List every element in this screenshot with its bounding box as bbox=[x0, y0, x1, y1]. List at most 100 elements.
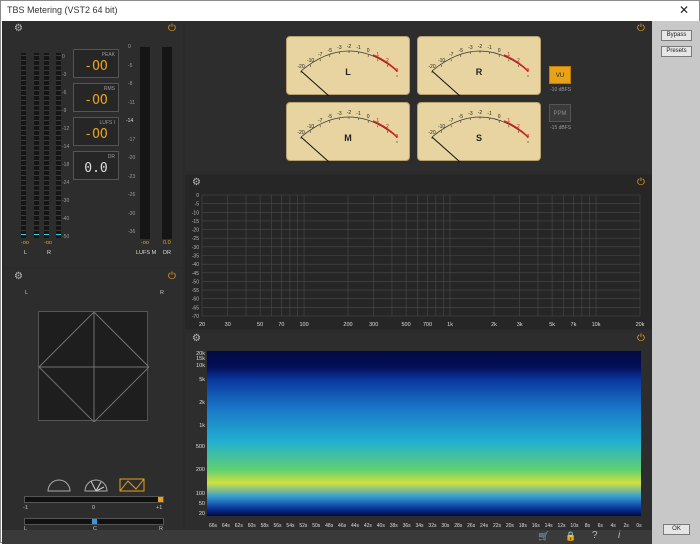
spectrogram-time-label: 56s bbox=[274, 523, 283, 529]
spectrum-x-label: 10k bbox=[592, 322, 601, 328]
vu-scale-label: 1 bbox=[376, 118, 379, 124]
spectrogram-time-label: 18s bbox=[519, 523, 528, 529]
spectrum-y-label: -25 bbox=[192, 236, 199, 242]
peak-caption: PEAK bbox=[101, 52, 115, 58]
meter-segment bbox=[21, 160, 26, 161]
spectrum-x-label: 500 bbox=[402, 322, 411, 328]
power-icon[interactable]: ⏻ bbox=[168, 272, 176, 282]
meter-segment bbox=[56, 60, 61, 61]
balance-bar bbox=[24, 518, 164, 525]
vu-meter-l: -20 -10 -7 -5 -3 -2 -1 0 1 2 3 L bbox=[286, 36, 410, 96]
correlation-indicator bbox=[158, 497, 163, 502]
vu-scale-label: -2 bbox=[478, 110, 483, 116]
spectrogram-freq-label: 200 bbox=[196, 467, 205, 473]
spectrum-y-label: -50 bbox=[192, 279, 199, 285]
vu-scale-label: 0 bbox=[498, 114, 501, 120]
lufs-scale-label: -26 bbox=[128, 192, 136, 198]
meter-segment bbox=[56, 150, 61, 151]
vu-scale-label: -10 bbox=[307, 124, 314, 130]
plugin-window: TBS Metering (VST2 64 bit) ✕ ⚙ ⏻ PEAK -O… bbox=[0, 0, 700, 544]
spectrogram-time-label: 62s bbox=[235, 523, 244, 529]
ppm-button[interactable]: PPM bbox=[549, 104, 571, 122]
spectrogram-time-label: 42s bbox=[364, 523, 373, 529]
ok-button[interactable]: OK bbox=[663, 524, 690, 535]
spectrogram-time-label: 0s bbox=[636, 523, 642, 529]
meter-segment bbox=[21, 130, 26, 131]
mode-icon-fan[interactable] bbox=[83, 478, 109, 492]
meter-segment bbox=[56, 200, 61, 201]
meter-segment bbox=[56, 90, 61, 91]
lufs-scale-label: -30 bbox=[128, 210, 136, 217]
meter-segment bbox=[56, 80, 61, 81]
meter-segment bbox=[21, 215, 26, 216]
spectrogram-time-label: 58s bbox=[261, 523, 270, 529]
meter-segment bbox=[21, 210, 26, 211]
meter-segment bbox=[34, 195, 39, 196]
vu-scale-label: -1 bbox=[487, 111, 492, 117]
spectrogram-freq-label: 50 bbox=[199, 501, 205, 507]
meter-segment bbox=[44, 80, 49, 81]
cart-icon[interactable]: 🛒 bbox=[538, 531, 549, 542]
gear-icon[interactable]: ⚙ bbox=[14, 24, 23, 34]
bypass-button[interactable]: Bypass bbox=[661, 30, 692, 41]
meter-segment bbox=[56, 145, 61, 146]
meter-segment bbox=[56, 160, 61, 161]
spectrum-x-label: 20k bbox=[636, 322, 645, 328]
gear-icon[interactable]: ⚙ bbox=[14, 272, 23, 282]
meter-segment bbox=[56, 205, 61, 206]
presets-button[interactable]: Presets bbox=[661, 46, 692, 57]
vu-scale-label: -10 bbox=[307, 58, 314, 64]
meter-segment bbox=[44, 175, 49, 176]
spectrogram-time-label: 38s bbox=[390, 523, 399, 529]
info-icon[interactable]: i bbox=[618, 530, 620, 541]
meter-segment bbox=[56, 190, 61, 191]
lock-icon[interactable]: 🔒 bbox=[565, 531, 576, 542]
vu-scale-label: 1 bbox=[507, 118, 510, 124]
spectrum-x-label: 3k bbox=[517, 322, 523, 328]
spectrum-x-label: 300 bbox=[369, 322, 378, 328]
meter-segment bbox=[34, 220, 39, 221]
meter-segment bbox=[56, 85, 61, 86]
meter-segment bbox=[56, 165, 61, 166]
vu-scale-label: -7 bbox=[318, 52, 323, 58]
level-scale-label: -18 bbox=[62, 162, 70, 168]
power-icon[interactable]: ⏻ bbox=[637, 24, 645, 34]
vu-scale-label: -10 bbox=[438, 58, 445, 64]
meter-segment bbox=[44, 215, 49, 216]
vu-scale-label: 0 bbox=[367, 114, 370, 120]
meter-segment bbox=[21, 65, 26, 66]
meter-segment bbox=[34, 165, 39, 166]
vu-scale-label: -3 bbox=[337, 45, 342, 51]
mode-icon-scope[interactable] bbox=[46, 478, 72, 492]
meter-segment bbox=[21, 140, 26, 141]
meter-segment bbox=[34, 95, 39, 96]
power-icon[interactable]: ⏻ bbox=[168, 24, 176, 34]
rms-caption: RMS bbox=[103, 86, 115, 92]
spectrum-y-label: -55 bbox=[192, 288, 199, 294]
meter-segment bbox=[44, 135, 49, 136]
meter-segment bbox=[21, 85, 26, 86]
meter-segment bbox=[44, 55, 49, 56]
mode-icon-lissajous[interactable] bbox=[119, 478, 145, 492]
meter-segment bbox=[21, 150, 26, 151]
meter-segment bbox=[56, 140, 61, 141]
vu-scale-label: 1 bbox=[507, 52, 510, 58]
meter-segment bbox=[34, 115, 39, 116]
meter-segment bbox=[44, 190, 49, 191]
meter-segment bbox=[44, 160, 49, 161]
meter-segment bbox=[34, 135, 39, 136]
lufs-scale-label: -23 bbox=[128, 173, 136, 180]
vu-button[interactable]: VU bbox=[549, 66, 571, 84]
meter-segment bbox=[56, 170, 61, 171]
close-icon[interactable]: ✕ bbox=[679, 3, 689, 17]
spectrum-y-label: -45 bbox=[192, 271, 199, 277]
vu-meter-label: S bbox=[475, 133, 482, 143]
spectrogram-time-label: 12s bbox=[558, 523, 567, 529]
meter-segment bbox=[44, 195, 49, 196]
help-icon[interactable]: ? bbox=[592, 530, 598, 541]
spectrogram-time-label: 26s bbox=[467, 523, 476, 529]
spectrogram-freq-label: 10k bbox=[196, 363, 205, 369]
spectrogram-time-label: 2s bbox=[623, 523, 629, 529]
spectrum-y-label: -40 bbox=[192, 262, 199, 268]
correlation-bar bbox=[24, 496, 164, 503]
